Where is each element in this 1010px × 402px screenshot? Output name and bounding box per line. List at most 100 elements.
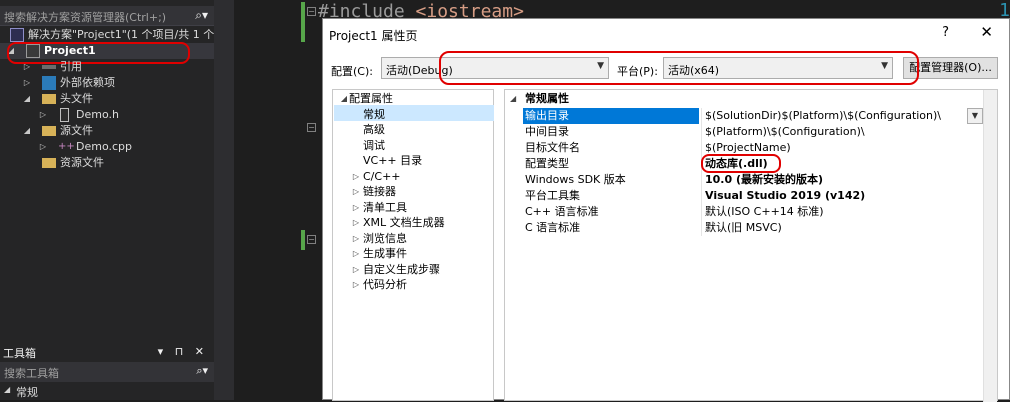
- property-key: 中间目录: [525, 125, 569, 138]
- property-value: 10.0 (最新安装的版本): [705, 173, 824, 186]
- expanded-arrow-icon[interactable]: ◢: [22, 91, 32, 107]
- property-key: 输出目录: [523, 108, 699, 124]
- toolbox-search-placeholder: 搜索工具箱: [4, 367, 59, 380]
- tree-item-header-files[interactable]: ◢ 头文件: [0, 91, 214, 107]
- tree-item-external-deps[interactable]: ▷ 外部依赖项: [0, 75, 214, 91]
- nav-item-label: C/C++: [363, 169, 401, 183]
- property-key: C++ 语言标准: [525, 205, 599, 218]
- collapsed-arrow-icon[interactable]: ▷: [351, 169, 361, 184]
- column-separator: [701, 140, 702, 156]
- expanded-arrow-icon[interactable]: ◢: [4, 385, 10, 394]
- solution-search-placeholder: 搜索解决方案资源管理器(Ctrl+;): [4, 11, 167, 24]
- expanded-arrow-icon[interactable]: ◢: [339, 91, 349, 106]
- fold-toggle-icon[interactable]: −: [307, 235, 316, 244]
- property-group-label: 常规属性: [525, 92, 569, 105]
- tree-item-label: 资源文件: [60, 156, 104, 169]
- fold-toggle-icon[interactable]: −: [307, 7, 316, 16]
- red-annotation-circle-config: [439, 51, 919, 85]
- nav-item-label: 浏览信息: [363, 231, 407, 245]
- help-button[interactable]: ?: [942, 25, 949, 40]
- collapsed-arrow-icon[interactable]: ▷: [351, 262, 361, 277]
- property-row[interactable]: 输出目录 $(SolutionDir)$(Platform)\$(Configur…: [505, 108, 997, 124]
- collapsed-arrow-icon[interactable]: ▷: [38, 139, 48, 155]
- property-value: $(Platform)\$(Configuration)\: [705, 125, 865, 138]
- tree-item-label: 引用: [60, 60, 82, 73]
- solution-explorer-panel: 搜索解决方案资源管理器(Ctrl+;) ⌕▾ 解决方案"Project1"(1 …: [0, 0, 219, 400]
- configuration-label: 配置(C):: [331, 65, 373, 78]
- nav-selection-highlight: [334, 105, 494, 121]
- search-icon[interactable]: ⌕▾: [195, 8, 208, 23]
- toolbox-search-box[interactable]: 搜索工具箱 ⌕▾: [0, 362, 214, 382]
- search-icon[interactable]: ⌕▾: [196, 364, 208, 378]
- collapsed-arrow-icon[interactable]: ▷: [351, 246, 361, 261]
- collapsed-arrow-icon[interactable]: ▷: [351, 231, 361, 246]
- collapsed-arrow-icon[interactable]: ▷: [351, 200, 361, 215]
- nav-item-label: 自定义生成步骤: [363, 262, 440, 276]
- nav-item-label: 调试: [363, 138, 385, 152]
- solution-node[interactable]: 解决方案"Project1"(1 个项目/共 1 个): [0, 27, 219, 43]
- property-row[interactable]: 中间目录 $(Platform)\$(Configuration)\: [505, 124, 997, 140]
- property-key: 配置类型: [525, 157, 569, 170]
- tree-item-label: Demo.cpp: [76, 140, 132, 153]
- tree-item-demo-cpp[interactable]: ▷ ++ Demo.cpp: [0, 139, 214, 155]
- collapsed-arrow-icon[interactable]: ▷: [351, 215, 361, 230]
- header-file-icon: [60, 108, 69, 122]
- toolbox-title: 工具箱: [3, 347, 36, 360]
- solution-search-box[interactable]: 搜索解决方案资源管理器(Ctrl+;) ⌕▾: [0, 6, 214, 26]
- property-key: 目标文件名: [525, 141, 580, 154]
- property-value: 默认(ISO C++14 标准): [705, 205, 824, 218]
- property-row[interactable]: 平台工具集 Visual Studio 2019 (v142): [505, 188, 997, 204]
- editor-indicator-margin: [214, 0, 234, 400]
- change-tracking-bar: [301, 2, 305, 42]
- references-icon: [42, 65, 56, 69]
- close-button[interactable]: ✕: [980, 23, 993, 41]
- tree-item-demo-h[interactable]: ▷ Demo.h: [0, 107, 214, 123]
- solution-label: 解决方案"Project1"(1 个项目/共 1 个): [28, 28, 219, 41]
- column-separator: [701, 220, 702, 236]
- nav-item-label: 代码分析: [363, 278, 407, 291]
- column-separator: [701, 124, 702, 140]
- collapsed-arrow-icon[interactable]: ▷: [22, 75, 32, 91]
- property-row[interactable]: Windows SDK 版本 10.0 (最新安装的版本): [505, 172, 997, 188]
- nav-item-label: 高级: [363, 123, 385, 136]
- property-value: 默认(旧 MSVC): [705, 221, 782, 234]
- tree-item-source-files[interactable]: ◢ 源文件: [0, 123, 214, 139]
- folder-icon: [42, 158, 56, 168]
- change-tracking-bar: [301, 230, 305, 250]
- nav-item-label: 配置属性: [349, 92, 393, 105]
- folder-icon: [42, 94, 56, 104]
- solution-icon: [10, 28, 24, 42]
- toolbox-header: 工具箱 ▾ ⊓ ✕: [0, 343, 214, 361]
- collapsed-arrow-icon[interactable]: ▷: [351, 277, 361, 292]
- collapsed-arrow-icon[interactable]: ▷: [351, 184, 361, 199]
- property-value: Visual Studio 2019 (v142): [705, 189, 866, 202]
- expanded-arrow-icon[interactable]: ◢: [510, 91, 516, 107]
- tree-item-resource-files[interactable]: 资源文件: [0, 155, 214, 171]
- property-grid-scrollbar[interactable]: [983, 90, 997, 402]
- toolbox-group-label: 常规: [16, 386, 38, 399]
- tree-item-label: Demo.h: [76, 108, 119, 121]
- tree-item-label: 头文件: [60, 92, 93, 105]
- column-separator: [701, 188, 702, 204]
- property-row[interactable]: C 语言标准 默认(旧 MSVC): [505, 220, 997, 236]
- column-separator: [701, 108, 702, 124]
- column-separator: [701, 172, 702, 188]
- fold-toggle-icon[interactable]: −: [307, 123, 316, 132]
- tree-item-references[interactable]: ▷ 引用: [0, 59, 214, 75]
- property-grid: ◢ 常规属性 输出目录 $(SolutionDir)$(Platform)\$(C…: [504, 89, 998, 402]
- nav-item-label: XML 文档生成器: [363, 216, 445, 229]
- expanded-arrow-icon[interactable]: ◢: [22, 123, 32, 139]
- property-group-header[interactable]: ◢ 常规属性: [505, 91, 997, 107]
- property-category-tree: ◢ 配置属性 常规 高级 调试 VC++ 目录 ▷ C/C++ ▷ 链接器 ▷ 清单工具 ▷ XML 文档…: [332, 89, 494, 401]
- chevron-down-icon[interactable]: ▼: [967, 108, 983, 124]
- nav-item-label: 清单工具: [363, 200, 407, 214]
- property-row[interactable]: C++ 语言标准 默认(ISO C++14 标准): [505, 204, 997, 220]
- cpp-file-icon: ++: [58, 141, 75, 152]
- property-key: C 语言标准: [525, 221, 581, 234]
- column-separator: [701, 204, 702, 220]
- toolbox-group-general[interactable]: ◢ 常规: [0, 382, 214, 400]
- collapsed-arrow-icon[interactable]: ▷: [22, 59, 32, 75]
- nav-item-label: VC++ 目录: [363, 154, 423, 167]
- toolbox-window-buttons[interactable]: ▾ ⊓ ✕: [158, 345, 208, 358]
- collapsed-arrow-icon[interactable]: ▷: [38, 107, 48, 123]
